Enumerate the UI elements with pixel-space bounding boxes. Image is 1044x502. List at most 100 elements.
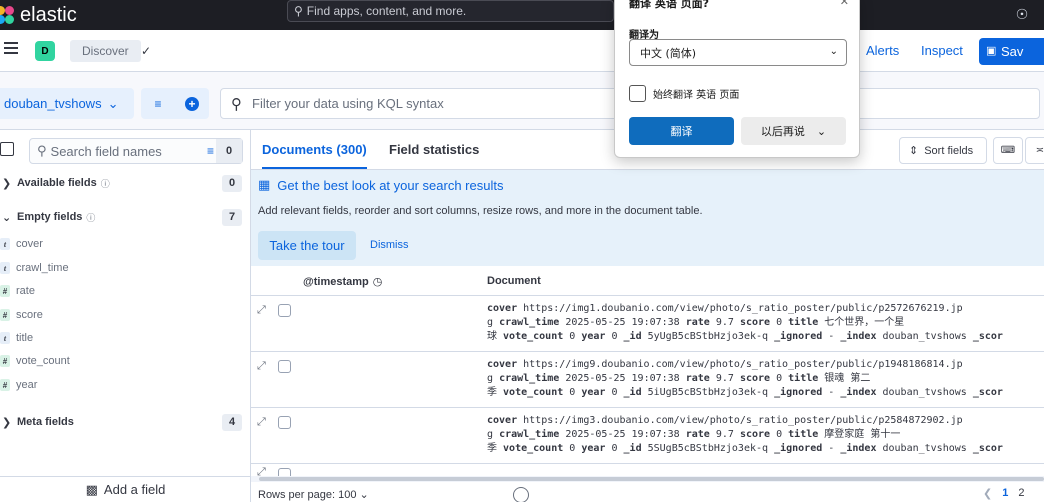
search-icon: ⚲ xyxy=(37,143,47,158)
number-type-icon: # xyxy=(0,355,10,367)
translate-button[interactable]: 翻译 xyxy=(629,117,734,145)
field-item-year[interactable]: # year xyxy=(0,376,37,394)
take-tour-button[interactable]: Take the tour xyxy=(258,231,356,260)
tab-field-statistics[interactable]: Field statistics xyxy=(389,142,479,157)
pagination: ❮ 1 2 xyxy=(983,487,1024,500)
add-field-icon: ▩ xyxy=(85,481,98,497)
query-bar: douban_tvshows ⌄ ≡ + ⚲ Filter your data … xyxy=(0,72,1044,130)
field-item-rate[interactable]: # rate xyxy=(0,282,35,300)
row-checkbox[interactable] xyxy=(278,360,291,373)
inspect-link[interactable]: Inspect xyxy=(921,43,963,58)
chevron-down-icon: ⌄ xyxy=(829,46,838,57)
table-icon: ▦ xyxy=(258,177,271,192)
prev-page-icon[interactable]: ❮ xyxy=(983,487,992,500)
chevron-down-icon[interactable]: ✓ xyxy=(141,44,151,58)
row-checkbox[interactable] xyxy=(278,304,291,317)
filter-icon[interactable]: ≡ xyxy=(207,144,214,158)
global-header: elastic ⚲ Find apps, content, and more. … xyxy=(0,0,1044,30)
expand-icon[interactable]: ⤢ xyxy=(257,466,266,476)
group-count: 7 xyxy=(222,208,242,226)
target-language-select[interactable]: 中文 (简体) ⌄ xyxy=(629,39,847,66)
filter-count[interactable]: 0 xyxy=(216,139,242,163)
callout-title-text: Get the best look at your search results xyxy=(277,177,504,193)
table-row[interactable]: ⤢ cover https://img9.doubanio.com/view/p… xyxy=(251,352,1044,408)
clock-icon: ◷ xyxy=(372,276,383,288)
page-2[interactable]: 2 xyxy=(1018,487,1024,500)
expand-icon[interactable]: ⤢ xyxy=(257,360,266,373)
dismiss-link[interactable]: Dismiss xyxy=(370,239,409,251)
sort-icon: ⇕ xyxy=(909,145,919,157)
elastic-logo[interactable]: elastic xyxy=(0,4,77,27)
field-name: crawl_time xyxy=(16,262,69,274)
field-search-placeholder: Search field names xyxy=(50,143,162,159)
menu-icon[interactable] xyxy=(4,42,18,56)
dataview-name: douban_tvshows xyxy=(4,96,102,111)
translate-popup: 翻译 英语 页面? ✕ 翻译为 中文 (简体) ⌄ 始终翻译 英语 页面 翻译 … xyxy=(614,0,860,158)
table-row[interactable]: ⤢ xyxy=(251,464,1044,476)
close-icon[interactable]: ✕ xyxy=(840,0,849,8)
help-icon[interactable]: ☉ xyxy=(1012,4,1032,24)
later-button[interactable]: 以后再说 ⌄ xyxy=(741,117,846,145)
field-search-input[interactable]: ⚲ Search field names ≡ 0 xyxy=(29,138,243,164)
document-summary: cover https://img3.doubanio.com/view/pho… xyxy=(487,415,1003,454)
display-settings-icon[interactable]: ≍ xyxy=(1025,137,1044,164)
expand-icon[interactable]: ⤢ xyxy=(257,416,266,429)
add-filter-button[interactable]: + xyxy=(175,96,209,111)
column-header-timestamp[interactable]: @timestamp ◷ xyxy=(303,275,383,289)
group-meta-fields[interactable]: ❯ Meta fields 4 xyxy=(0,412,251,432)
plus-icon: + xyxy=(185,96,199,111)
page-1[interactable]: 1 xyxy=(1002,487,1008,500)
document-summary: cover https://img1.doubanio.com/view/pho… xyxy=(487,303,1003,342)
checkbox-box[interactable] xyxy=(629,85,646,102)
field-sidebar: ⚲ Search field names ≡ 0 ❯ Available fie… xyxy=(0,130,251,502)
filter-icon[interactable]: ≡ xyxy=(141,97,175,111)
field-name: year xyxy=(16,379,38,391)
main-panel: Documents (300) Field statistics ⇕ Sort … xyxy=(251,130,1044,502)
sort-fields-button[interactable]: ⇕ Sort fields xyxy=(899,137,987,164)
kql-placeholder: Filter your data using KQL syntax xyxy=(252,96,444,111)
field-item-score[interactable]: # score xyxy=(0,306,43,324)
rows-per-page-select[interactable]: Rows per page: 100 ⌄ xyxy=(258,488,369,501)
always-translate-checkbox[interactable]: 始终翻译 英语 页面 xyxy=(629,85,739,102)
group-label: Available fields xyxy=(17,177,97,189)
global-search-input[interactable]: ⚲ Find apps, content, and more. xyxy=(287,0,614,22)
column-header-document[interactable]: Document xyxy=(487,275,541,287)
target-language-value: 中文 (简体) xyxy=(640,46,697,60)
save-icon: ▣ xyxy=(986,45,997,57)
field-item-title[interactable]: t title xyxy=(0,329,33,347)
save-button[interactable]: ▣ Sav xyxy=(979,38,1044,65)
add-field-button[interactable]: ▩ Add a field xyxy=(0,476,251,502)
expand-icon[interactable]: ⤢ xyxy=(257,304,266,317)
space-avatar[interactable]: D xyxy=(35,41,55,61)
group-count: 0 xyxy=(222,174,242,192)
elastic-logo-icon xyxy=(0,6,14,24)
table-header: @timestamp ◷ Document xyxy=(251,266,1044,296)
collapse-sidebar-icon[interactable] xyxy=(0,142,14,156)
row-checkbox[interactable] xyxy=(278,416,291,429)
number-type-icon: # xyxy=(0,309,10,321)
filter-menu-button[interactable]: ≡ + xyxy=(141,88,209,119)
field-item-vote-count[interactable]: # vote_count xyxy=(0,352,70,370)
table-row[interactable]: ⤢ cover https://img3.doubanio.com/view/p… xyxy=(251,408,1044,464)
add-field-label: Add a field xyxy=(103,482,166,497)
chevron-right-icon: ❯ xyxy=(2,416,12,429)
group-available-fields[interactable]: ❯ Available fields ⓘ 0 xyxy=(0,173,251,193)
translate-popup-title: 翻译 英语 页面? xyxy=(629,0,710,10)
row-checkbox[interactable] xyxy=(278,468,291,476)
field-item-cover[interactable]: t cover xyxy=(0,235,43,253)
keyboard-shortcuts-icon[interactable]: ⌨ xyxy=(993,137,1023,164)
group-label: Meta fields xyxy=(17,416,74,428)
alerts-link[interactable]: Alerts xyxy=(866,43,899,58)
tab-documents[interactable]: Documents (300) xyxy=(262,142,367,169)
group-empty-fields[interactable]: ⌄ Empty fields ⓘ 7 xyxy=(0,207,251,227)
brand-name: elastic xyxy=(20,3,77,26)
breadcrumb-discover[interactable]: Discover xyxy=(70,40,141,62)
field-item-crawl-time[interactable]: t crawl_time xyxy=(0,259,69,277)
dataview-picker[interactable]: douban_tvshows ⌄ xyxy=(0,88,134,119)
table-row[interactable]: ⤢ cover https://img1.doubanio.com/view/p… xyxy=(251,296,1044,352)
text-type-icon: t xyxy=(0,238,10,250)
number-type-icon: # xyxy=(0,379,10,391)
chevron-down-icon: ⌄ xyxy=(816,124,827,138)
text-type-icon: t xyxy=(0,332,10,344)
field-name: vote_count xyxy=(16,355,70,367)
